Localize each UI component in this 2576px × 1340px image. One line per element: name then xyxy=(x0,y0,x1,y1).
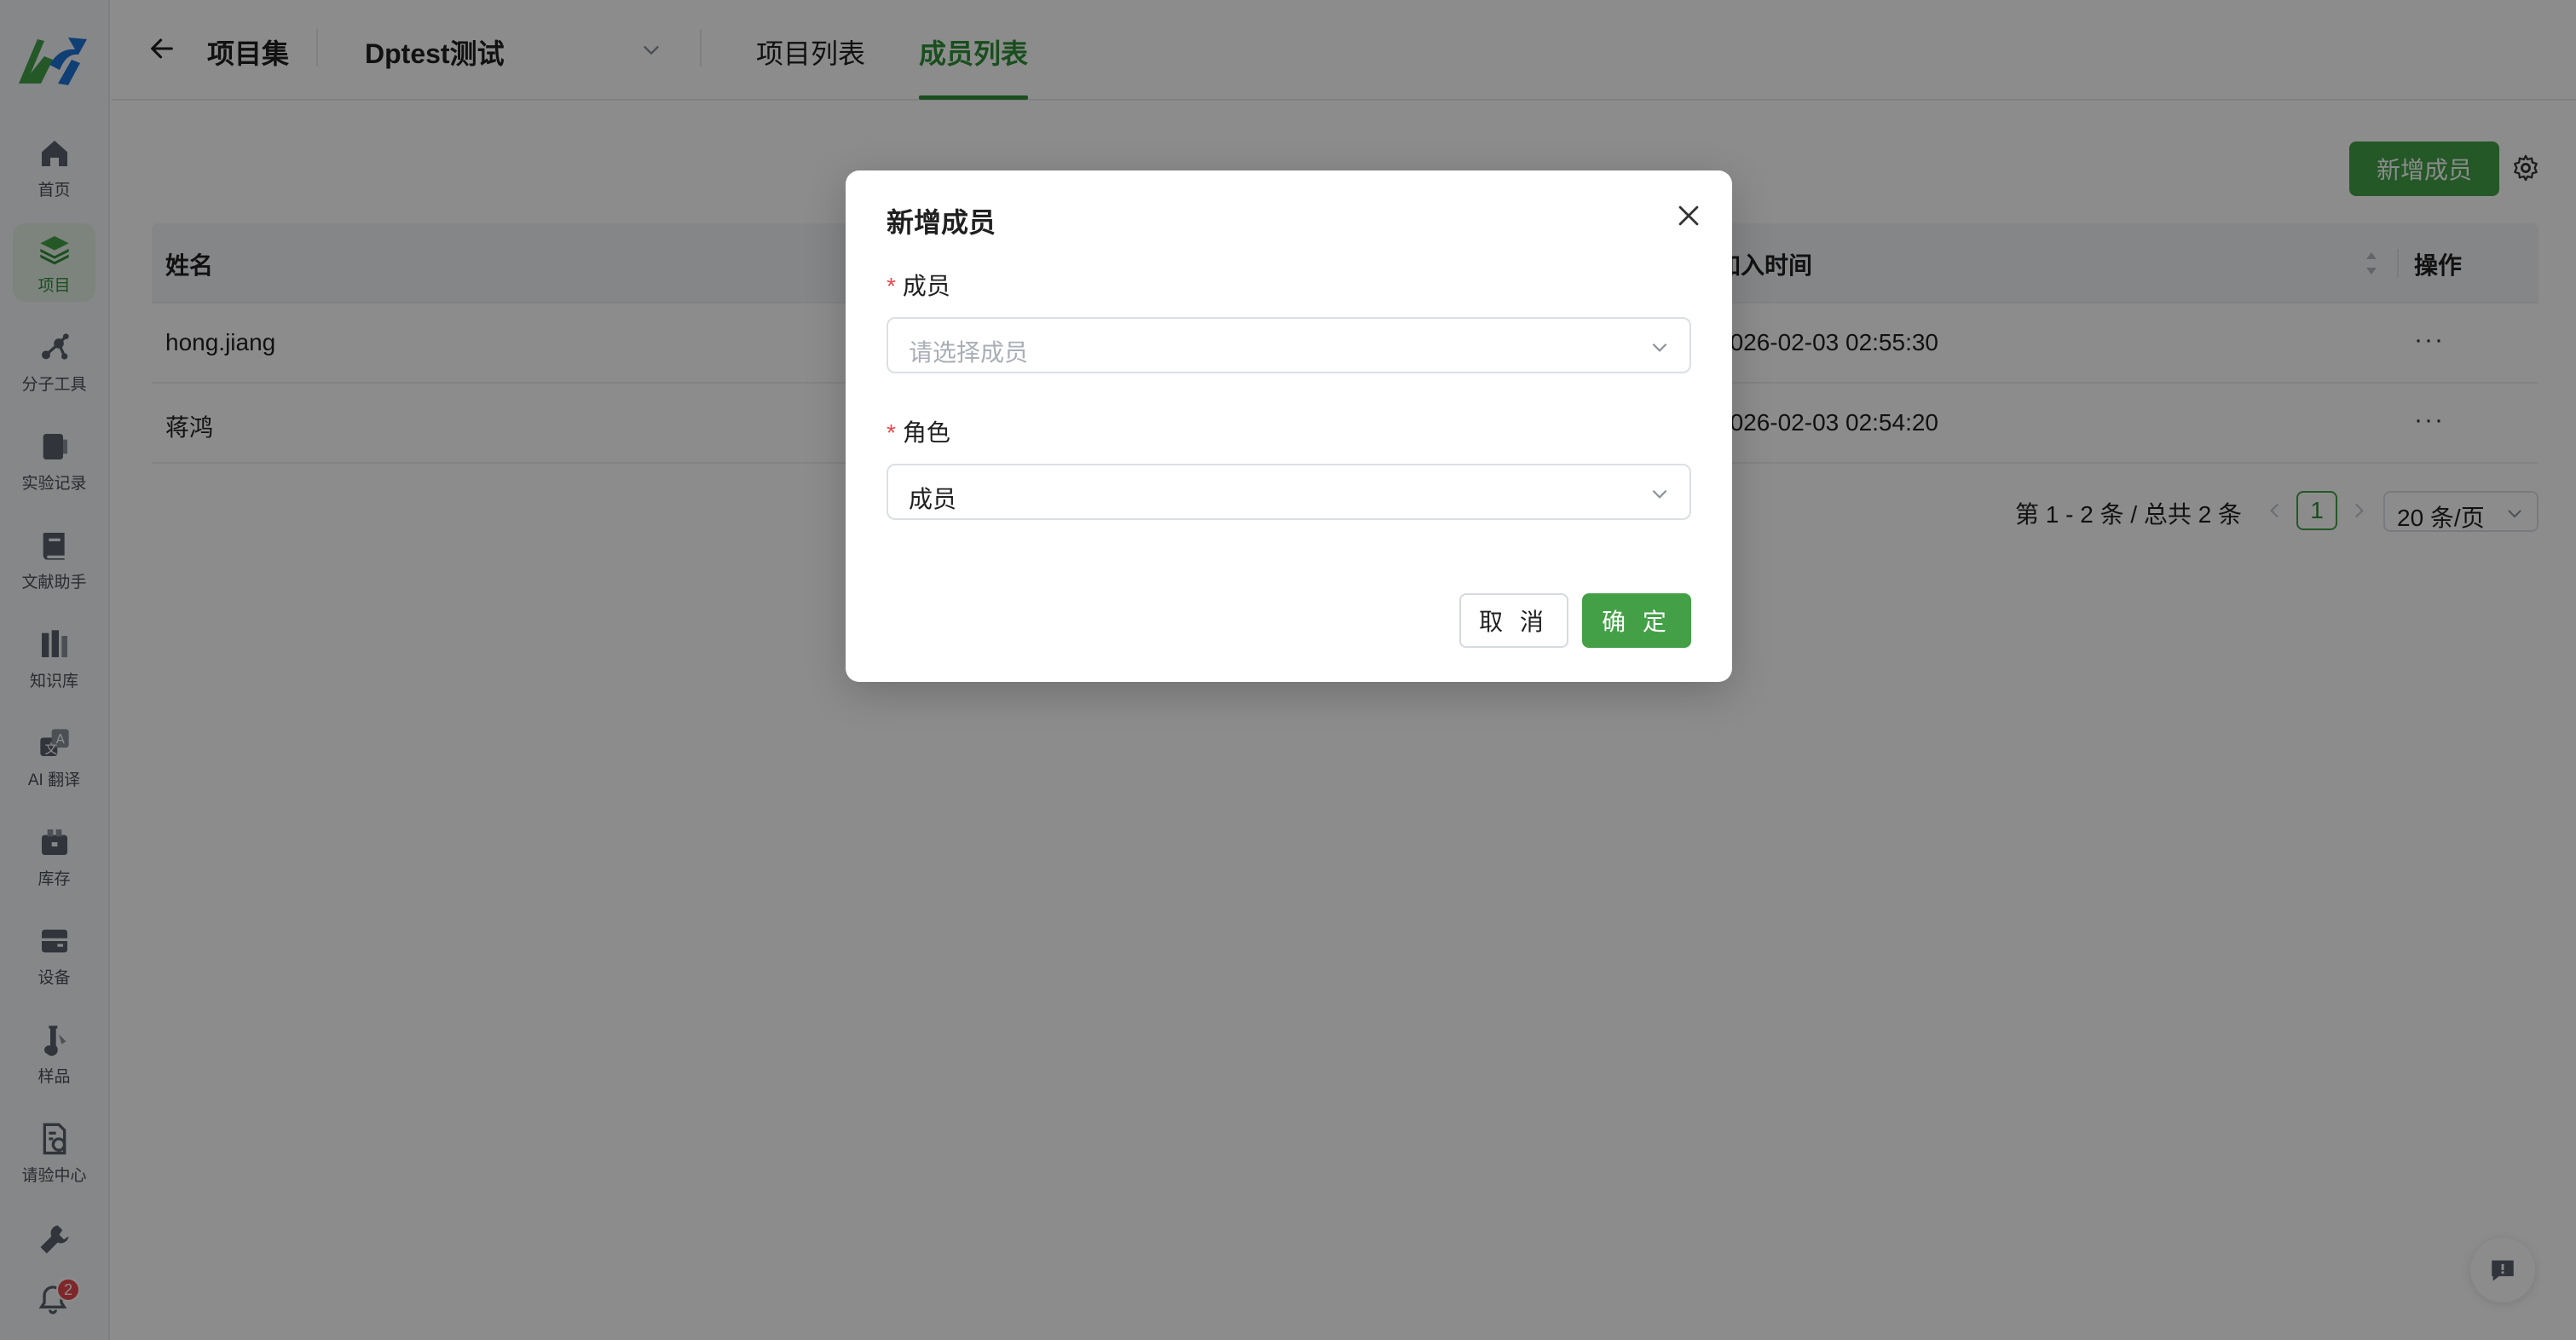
required-mark: * xyxy=(887,419,896,446)
role-select-value: 成员 xyxy=(909,486,957,512)
dialog-title: 新增成员 xyxy=(887,207,996,238)
member-field-label: * 成员 xyxy=(887,268,950,302)
member-select-placeholder: 请选择成员 xyxy=(909,339,1029,366)
cancel-button[interactable]: 取 消 xyxy=(1459,593,1568,648)
role-field-label: * 角色 xyxy=(887,414,950,448)
chevron-down-icon xyxy=(1649,482,1671,505)
add-member-dialog: 新增成员 * 成员 请选择成员 * 角色 成员 取 消 确 定 xyxy=(846,170,1732,682)
close-icon[interactable] xyxy=(1674,201,1703,230)
role-label-text: 角色 xyxy=(902,419,950,446)
role-select[interactable]: 成员 xyxy=(887,464,1691,520)
required-mark: * xyxy=(887,273,896,299)
chevron-down-icon xyxy=(1649,336,1671,358)
confirm-button[interactable]: 确 定 xyxy=(1582,593,1691,648)
member-select[interactable]: 请选择成员 xyxy=(887,317,1691,373)
member-label-text: 成员 xyxy=(902,273,950,299)
